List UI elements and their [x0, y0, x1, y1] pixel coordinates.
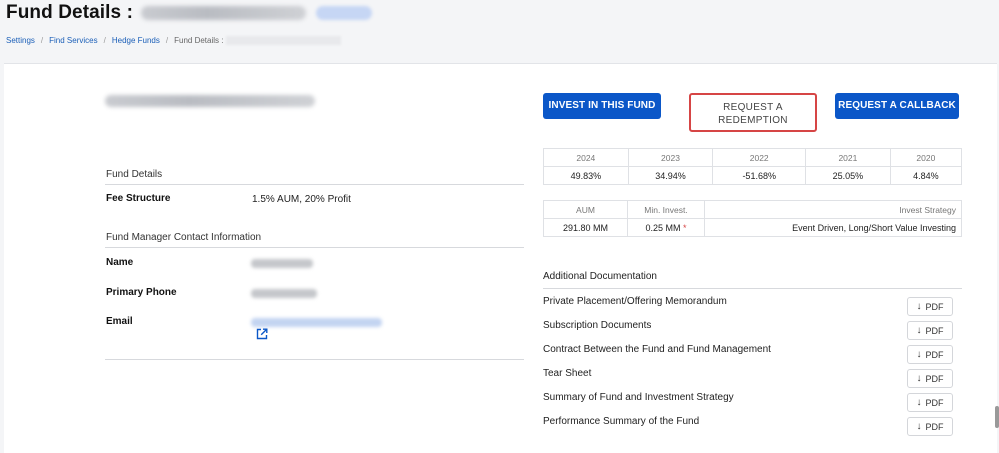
- document-title: Summary of Fund and Investment Strategy: [543, 392, 734, 403]
- invest-button[interactable]: INVEST IN THIS FUND: [543, 93, 661, 119]
- invest-strategy-header: Invest Strategy: [704, 200, 962, 219]
- stats-values-row: 291.80 MM 0.25 MM * Event Driven, Long/S…: [543, 218, 962, 237]
- document-title: Contract Between the Fund and Fund Manag…: [543, 344, 771, 355]
- request-redemption-button[interactable]: REQUEST A REDEMPTION: [689, 93, 817, 132]
- download-pdf-button[interactable]: ↓ PDF: [907, 345, 953, 364]
- breadcrumb-settings[interactable]: Settings: [6, 36, 35, 45]
- download-pdf-button[interactable]: ↓ PDF: [907, 417, 953, 436]
- breadcrumb: Settings / Find Services / Hedge Funds /…: [6, 36, 342, 45]
- return-cell: -51.68%: [712, 166, 807, 185]
- divider: [105, 247, 524, 248]
- year-cell: 2021: [805, 148, 891, 167]
- stats-header-row: AUM Min. Invest. Invest Strategy: [543, 200, 962, 219]
- request-redemption-label-line2: REDEMPTION: [718, 115, 788, 126]
- download-arrow-icon: ↓: [916, 349, 922, 360]
- document-title: Subscription Documents: [543, 320, 652, 331]
- pdf-label: PDF: [925, 349, 944, 360]
- return-cell: 4.84%: [889, 166, 963, 185]
- divider: [105, 184, 524, 185]
- breadcrumb-hedge-funds[interactable]: Hedge Funds: [112, 36, 160, 45]
- required-marker: *: [683, 222, 687, 233]
- aum-value: 291.80 MM: [543, 218, 628, 237]
- year-cell: 2023: [627, 148, 714, 167]
- fund-stats-table: AUM Min. Invest. Invest Strategy 291.80 …: [543, 200, 962, 237]
- pdf-label: PDF: [925, 373, 944, 384]
- fee-structure-label: Fee Structure: [106, 193, 171, 204]
- pdf-label: PDF: [925, 421, 944, 432]
- return-cell: 25.05%: [805, 166, 891, 185]
- name-value-redacted: [251, 259, 313, 268]
- phone-value-redacted: [251, 289, 317, 298]
- document-title: Performance Summary of the Fund: [543, 416, 700, 427]
- fund-details-card: [4, 63, 997, 453]
- year-cell: 2020: [889, 148, 963, 167]
- document-title: Private Placement/Offering Memorandum: [543, 296, 727, 307]
- request-redemption-label-line1: REQUEST A: [723, 102, 783, 113]
- pdf-label: PDF: [925, 301, 944, 312]
- pdf-label: PDF: [925, 325, 944, 336]
- external-link-icon[interactable]: [256, 328, 268, 340]
- download-pdf-button[interactable]: ↓ PDF: [907, 297, 953, 316]
- fee-structure-value: 1.5% AUM, 20% Profit: [252, 194, 351, 205]
- document-title: Tear Sheet: [543, 368, 592, 379]
- year-cell: 2024: [543, 148, 629, 167]
- scrollbar[interactable]: [995, 406, 999, 428]
- download-arrow-icon: ↓: [916, 421, 922, 432]
- contact-info-heading: Fund Manager Contact Information: [106, 232, 262, 243]
- breadcrumb-separator: /: [40, 36, 44, 45]
- year-cell: 2022: [712, 148, 807, 167]
- invest-strategy-value: Event Driven, Long/Short Value Investing: [704, 218, 962, 237]
- min-invest-value: 0.25 MM: [645, 222, 681, 233]
- fund-status-badge-redacted: [316, 6, 373, 20]
- min-invest-header: Min. Invest.: [627, 200, 705, 219]
- email-label: Email: [106, 316, 133, 327]
- min-invest-cell: 0.25 MM *: [627, 218, 705, 237]
- breadcrumb-fund-name-redacted: [226, 36, 342, 45]
- annual-performance-table: 2024 2023 2022 2021 2020 49.83% 34.94% -…: [543, 148, 963, 185]
- aum-header: AUM: [543, 200, 628, 219]
- page-title: Fund Details :: [6, 2, 373, 24]
- fund-name-redacted: [141, 6, 307, 20]
- additional-documentation-heading: Additional Documentation: [543, 271, 657, 282]
- breadcrumb-separator: /: [165, 36, 169, 45]
- page-title-text: Fund Details :: [6, 2, 134, 23]
- fund-name-heading-redacted: [105, 95, 315, 107]
- download-pdf-button[interactable]: ↓ PDF: [907, 369, 953, 388]
- request-callback-button[interactable]: REQUEST A CALLBACK: [835, 93, 959, 119]
- breadcrumb-current: Fund Details :: [174, 36, 224, 45]
- download-arrow-icon: ↓: [916, 325, 922, 336]
- email-link-redacted[interactable]: [251, 318, 382, 327]
- breadcrumb-separator: /: [103, 36, 106, 45]
- primary-phone-label: Primary Phone: [106, 287, 177, 298]
- download-pdf-button[interactable]: ↓ PDF: [907, 321, 953, 340]
- performance-header-row: 2024 2023 2022 2021 2020: [543, 148, 963, 167]
- performance-values-row: 49.83% 34.94% -51.68% 25.05% 4.84%: [543, 166, 963, 185]
- divider: [105, 359, 524, 360]
- download-arrow-icon: ↓: [916, 373, 922, 384]
- return-cell: 49.83%: [543, 166, 629, 185]
- name-label: Name: [106, 257, 134, 268]
- download-arrow-icon: ↓: [916, 397, 922, 408]
- download-arrow-icon: ↓: [916, 301, 922, 312]
- breadcrumb-find-services[interactable]: Find Services: [49, 36, 97, 45]
- divider: [543, 288, 962, 289]
- return-cell: 34.94%: [627, 166, 714, 185]
- download-pdf-button[interactable]: ↓ PDF: [907, 393, 953, 412]
- pdf-label: PDF: [925, 397, 944, 408]
- fund-details-heading: Fund Details: [106, 169, 163, 180]
